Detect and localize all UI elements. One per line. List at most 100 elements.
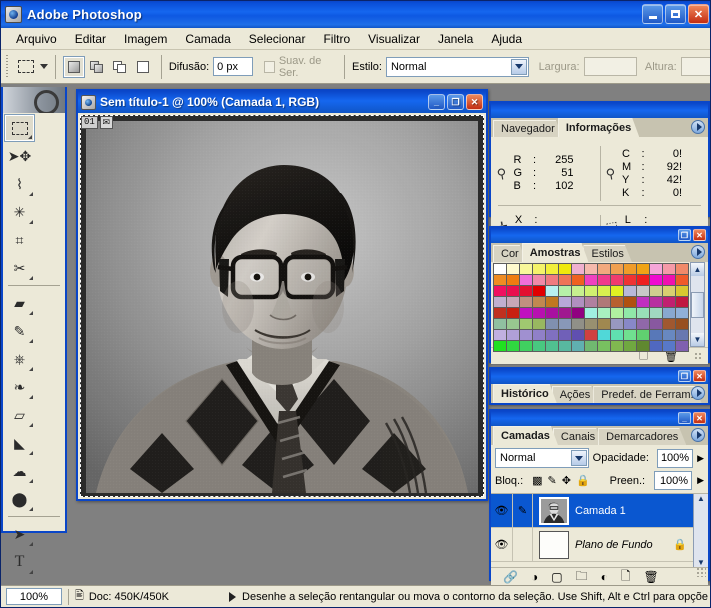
minimize-button[interactable] — [642, 4, 663, 24]
options-bar-gripper[interactable] — [4, 53, 12, 81]
layer-thumbnail[interactable] — [539, 496, 569, 525]
eye-icon[interactable]: 👁 — [491, 528, 513, 561]
resize-grip-icon[interactable] — [696, 567, 706, 577]
eye-icon[interactable]: 👁 — [491, 494, 513, 527]
tab-navegador[interactable]: Navegador — [493, 120, 563, 137]
color-swatch[interactable] — [648, 339, 663, 352]
swatches-palette-menu-icon[interactable] — [691, 245, 705, 259]
intersect-with-selection-button[interactable] — [132, 56, 154, 78]
blur-tool[interactable]: ☁ — [4, 457, 35, 485]
history-palette-menu-icon[interactable] — [691, 386, 705, 400]
layer-thumbnail[interactable] — [539, 530, 569, 559]
height-input[interactable] — [680, 57, 710, 76]
scroll-down-icon[interactable]: ▼ — [691, 333, 704, 346]
color-swatch[interactable] — [609, 339, 624, 352]
table-row[interactable]: 👁 ✎ Camada 1 — [491, 494, 693, 528]
fill-slider-arrow-icon[interactable]: ▶ — [697, 475, 704, 486]
layers-close-button[interactable]: ✕ — [693, 412, 706, 424]
layer-mask-icon[interactable]: ▢ — [551, 570, 562, 584]
document-canvas[interactable]: 01 ✉ — [80, 115, 484, 497]
layers-palette-title-bar[interactable]: _ ✕ — [491, 411, 708, 426]
blend-mode-select[interactable]: Normal — [495, 448, 589, 468]
document-close-button[interactable]: ✕ — [466, 94, 483, 110]
color-swatch[interactable] — [505, 339, 520, 352]
layers-palette-menu-icon[interactable] — [691, 428, 705, 442]
tab-demarcadores[interactable]: Demarcadores — [598, 428, 686, 445]
opacity-input[interactable]: 100% — [656, 448, 694, 468]
swatches-minimize-button[interactable]: ❐ — [678, 229, 691, 241]
close-button[interactable]: ✕ — [688, 4, 709, 24]
brush-icon[interactable]: ✎ — [513, 494, 533, 527]
toolbox-header-banner[interactable] — [3, 87, 65, 113]
fill-input[interactable]: 100% — [654, 471, 693, 490]
color-swatch[interactable] — [661, 339, 676, 352]
slice-tool[interactable]: ✂ — [4, 254, 35, 282]
tool-preset-chevron-down-icon[interactable] — [40, 64, 49, 69]
swatches-grid[interactable] — [492, 262, 689, 352]
new-selection-button[interactable] — [62, 55, 85, 78]
tab-historico[interactable]: Histórico — [493, 384, 557, 403]
tab-camadas[interactable]: Camadas — [493, 426, 558, 445]
history-brush-tool[interactable]: ❧ — [4, 373, 35, 401]
clone-stamp-tool[interactable]: ⎈ — [4, 345, 35, 373]
delete-layer-icon[interactable]: 🗑 — [643, 570, 658, 584]
history-palette-title-bar[interactable]: ❐ ✕ — [491, 369, 708, 384]
table-row[interactable]: 👁 Plano de Fundo 🔒 — [491, 528, 693, 562]
healing-brush-tool[interactable]: ▰ — [4, 289, 35, 317]
swatches-palette-title-bar[interactable]: ❐ ✕ — [491, 228, 708, 243]
menu-item-camada[interactable]: Camada — [176, 30, 239, 48]
document-size-info[interactable]: 🖹 Doc: 450K/450K — [75, 587, 169, 606]
current-tool-icon[interactable] — [16, 55, 38, 79]
zoom-level-input[interactable]: 100% — [6, 588, 62, 605]
menu-item-visualizar[interactable]: Visualizar — [359, 30, 429, 48]
maximize-button[interactable] — [665, 4, 686, 24]
menu-item-selecionar[interactable]: Selecionar — [240, 30, 315, 48]
type-tool[interactable]: T — [4, 548, 35, 576]
info-palette-menu-icon[interactable] — [691, 120, 705, 134]
history-minimize-button[interactable]: ❐ — [678, 370, 691, 382]
lock-image-icon[interactable]: ✎ — [548, 474, 557, 487]
subtract-from-selection-button[interactable] — [109, 56, 131, 78]
tab-acoes[interactable]: Ações — [552, 386, 599, 403]
swatches-close-button[interactable]: ✕ — [693, 229, 706, 241]
antialias-checkbox[interactable] — [264, 60, 275, 73]
document-title-bar[interactable]: Sem título-1 @ 100% (Camada 1, RGB) _ ❐ … — [78, 91, 486, 113]
menu-item-arquivo[interactable]: Arquivo — [7, 30, 66, 48]
tab-cor[interactable]: Cor — [493, 245, 527, 262]
move-tool[interactable]: ➤✥ — [4, 142, 35, 170]
color-swatch[interactable] — [492, 339, 507, 352]
tab-estilos[interactable]: Estilos — [583, 245, 631, 262]
menu-item-imagem[interactable]: Imagem — [115, 30, 176, 48]
color-swatch[interactable] — [674, 339, 689, 352]
swatches-scrollbar[interactable]: ▲ ▼ — [690, 262, 705, 347]
magic-wand-tool[interactable]: ✳ — [4, 198, 35, 226]
style-select[interactable]: Normal — [385, 56, 529, 77]
layer-style-icon[interactable]: ◑ — [531, 570, 538, 584]
info-palette-title-bar[interactable] — [491, 103, 708, 118]
scroll-up-icon[interactable]: ▲ — [697, 494, 705, 503]
menu-item-editar[interactable]: Editar — [66, 30, 115, 48]
tab-canais[interactable]: Canais — [553, 428, 603, 445]
scrollbar-thumb[interactable] — [691, 291, 704, 318]
tab-predef-de-ferram[interactable]: Predef. de Ferram. — [593, 386, 701, 403]
path-selection-tool[interactable]: ➤ — [4, 520, 35, 548]
lock-position-icon[interactable]: ✥ — [562, 474, 571, 487]
add-to-selection-button[interactable] — [86, 56, 108, 78]
eraser-tool[interactable]: ▱ — [4, 401, 35, 429]
opacity-slider-arrow-icon[interactable]: ▶ — [697, 453, 704, 464]
tab-amostras[interactable]: Amostras — [522, 243, 589, 262]
scroll-down-icon[interactable]: ▼ — [697, 558, 705, 567]
color-swatch[interactable] — [557, 339, 572, 352]
lasso-tool[interactable]: ⌇ — [4, 170, 35, 198]
adjustment-layer-icon[interactable]: ◐ — [601, 570, 608, 584]
menu-item-janela[interactable]: Janela — [429, 30, 482, 48]
history-close-button[interactable]: ✕ — [693, 370, 706, 382]
color-swatch[interactable] — [518, 339, 533, 352]
color-swatch[interactable] — [531, 339, 546, 352]
document-maximize-button[interactable]: ❐ — [447, 94, 464, 110]
crop-tool[interactable]: ⌗ — [4, 226, 35, 254]
lock-all-icon[interactable]: 🔒 — [576, 474, 590, 487]
color-swatch[interactable] — [622, 339, 637, 352]
scroll-up-icon[interactable]: ▲ — [691, 263, 704, 276]
color-swatch[interactable] — [635, 339, 650, 352]
